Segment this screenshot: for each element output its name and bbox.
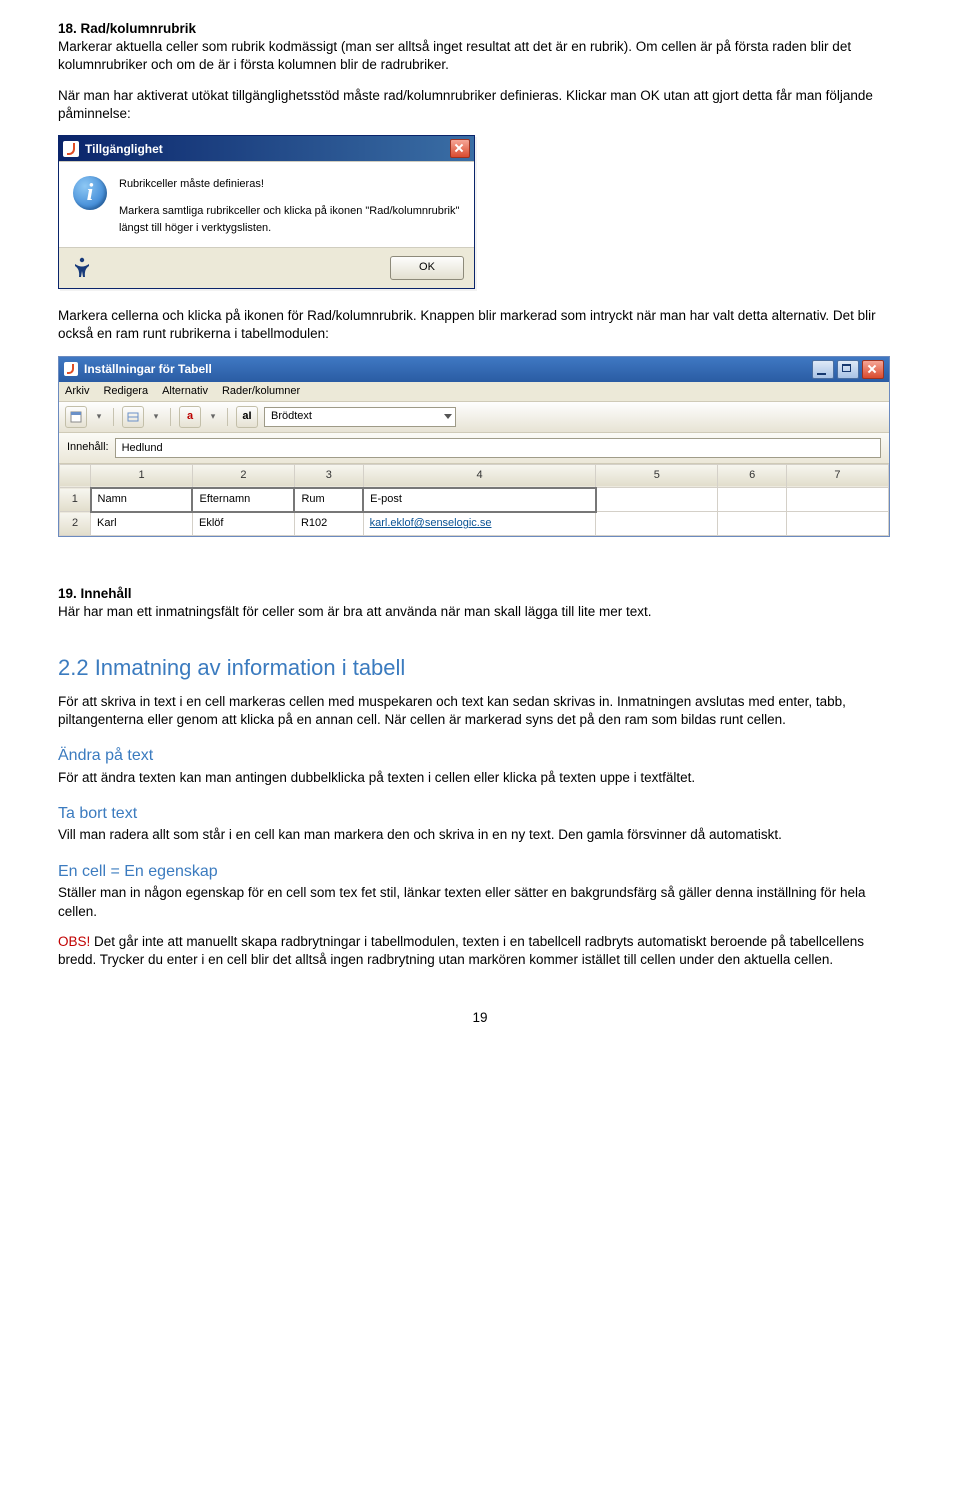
cell[interactable]: Eklöf [192,512,294,536]
col-header[interactable]: 6 [718,464,787,488]
toolbar-separator [113,408,114,426]
content-label: Innehåll: [67,440,109,455]
p-remove-text: Vill man radera allt som står i en cell … [58,826,902,844]
accessibility-icon [69,257,95,279]
section19-p: Här har man ett inmatningsfält för celle… [58,604,652,619]
combo-value: Brödtext [271,409,312,424]
col-header[interactable]: 4 [363,464,596,488]
page-number: 19 [58,1009,902,1027]
chevron-down-icon[interactable]: ▾ [207,407,219,427]
heading-cell-property: En cell = En egenskap [58,861,902,883]
java-icon [63,141,79,157]
dialog-titlebar: Tillgänglighet [59,136,474,161]
close-icon[interactable] [450,139,470,158]
obs-label: OBS! [58,934,90,949]
window-title: Inställningar för Tabell [84,361,212,377]
ok-button[interactable]: OK [390,256,464,280]
section-2-2-p1: För att skriva in text i en cell markera… [58,693,902,729]
menu-redigera[interactable]: Redigera [103,384,148,399]
heading-remove-text: Ta bort text [58,803,902,825]
table-settings-window: Inställningar för Tabell Arkiv Redigera … [58,356,890,537]
section19-heading: 19. Innehåll [58,586,132,601]
menu-rader-kolumner[interactable]: Rader/kolumner [222,384,300,399]
close-button[interactable] [862,360,884,379]
content-input[interactable]: Hedlund [115,438,881,458]
col-header[interactable]: 7 [786,464,888,488]
menubar: Arkiv Redigera Alternativ Rader/kolumner [59,382,889,402]
dialog-line1: Rubrikceller måste definieras! [119,176,460,193]
cell[interactable]: Rum [294,488,363,512]
accessibility-dialog: Tillgänglighet i Rubrikceller måste defi… [58,135,475,289]
col-header[interactable]: 2 [192,464,294,488]
cell[interactable] [596,512,718,536]
row-header[interactable]: 2 [60,512,91,536]
menu-arkiv[interactable]: Arkiv [65,384,89,399]
cell[interactable] [786,512,888,536]
cell[interactable] [718,488,787,512]
toolbar-icon-generic[interactable] [65,406,87,428]
corner-cell [60,464,91,488]
table-row: 1 Namn Efternamn Rum E-post [60,488,889,512]
cell[interactable]: karl.eklof@senselogic.se [363,512,596,536]
cell[interactable] [596,488,718,512]
chevron-down-icon[interactable]: ▾ [150,407,162,427]
cell[interactable] [786,488,888,512]
section-2-2-heading: 2.2 Inmatning av information i tabell [58,653,902,683]
cell[interactable] [718,512,787,536]
p-cell-property: Ställer man in någon egenskap för en cel… [58,884,902,920]
section18-p1: Markerar aktuella celler som rubrik kodm… [58,39,851,72]
col-header[interactable]: 5 [596,464,718,488]
chevron-down-icon[interactable]: ▾ [93,407,105,427]
table-row: 2 Karl Eklöf R102 karl.eklof@senselogic.… [60,512,889,536]
dialog-line2: Markera samtliga rubrikceller och klicka… [119,203,460,237]
email-link[interactable]: karl.eklof@senselogic.se [370,517,492,529]
toolbar: ▾ ▾ a ▾ aI Brödtext [59,402,889,433]
toolbar-icon-generic[interactable] [122,406,144,428]
style-combo[interactable]: Brödtext [264,407,456,427]
section18-heading: 18. Rad/kolumnrubrik [58,21,196,36]
cell[interactable]: Namn [91,488,193,512]
heading-change-text: Ändra på text [58,745,902,767]
table-grid: 1 2 3 4 5 6 7 1 Namn Efternamn Rum E-pos… [59,464,889,536]
toolbar-separator [170,408,171,426]
toolbar-separator [227,408,228,426]
section18-p2: När man har aktiverat utökat tillgänglig… [58,88,873,121]
content-bar: Innehåll: Hedlund [59,433,889,464]
col-header[interactable]: 3 [294,464,363,488]
window-titlebar: Inställningar för Tabell [59,357,889,382]
cell[interactable]: E-post [363,488,596,512]
a-color-icon[interactable]: a [179,406,201,428]
menu-alternativ[interactable]: Alternativ [162,384,208,399]
after-dialog-paragraph: Markera cellerna och klicka på ikonen fö… [58,308,876,341]
al-icon[interactable]: aI [236,406,258,428]
maximize-button[interactable] [837,360,859,379]
p-change-text: För att ändra texten kan man antingen du… [58,769,902,787]
java-icon [64,362,78,376]
cell[interactable]: Karl [91,512,193,536]
row-header[interactable]: 1 [60,488,91,512]
cell[interactable]: R102 [294,512,363,536]
col-header[interactable]: 1 [91,464,193,488]
obs-text: Det går inte att manuellt skapa radbrytn… [58,934,864,967]
cell[interactable]: Efternamn [192,488,294,512]
minimize-button[interactable] [812,360,834,379]
info-icon: i [73,176,107,210]
dialog-title: Tillgänglighet [85,141,163,157]
